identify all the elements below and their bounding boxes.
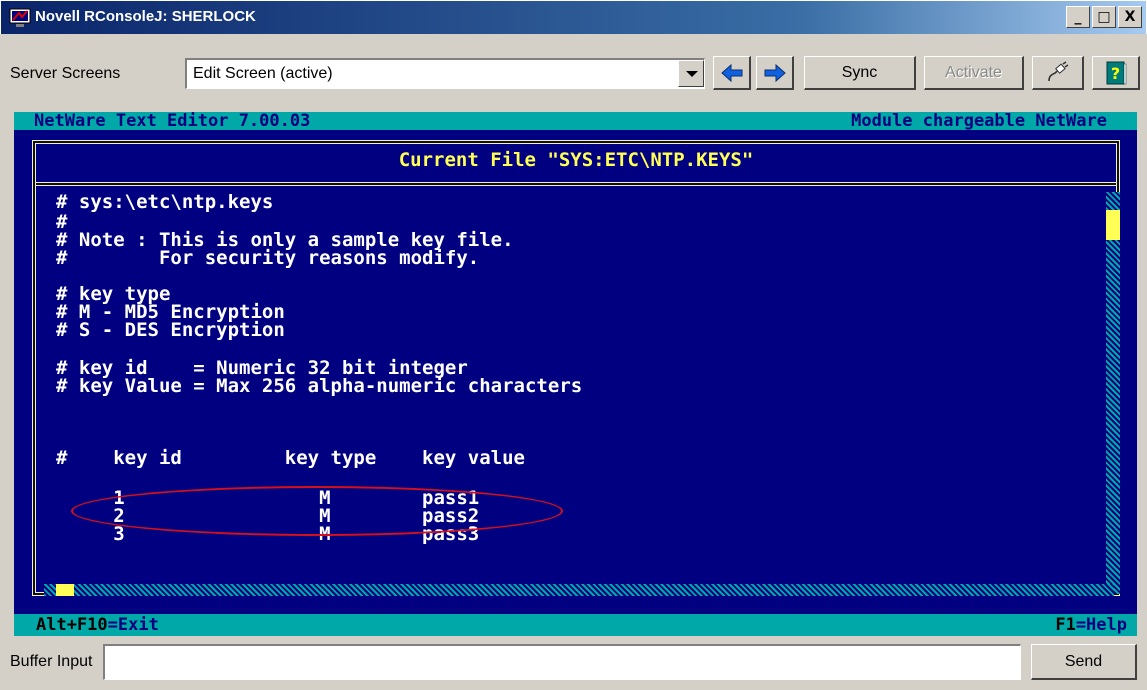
current-file-title: Current File "SYS:ETC\NTP.KEYS": [398, 149, 754, 171]
previous-screen-button[interactable]: [713, 56, 751, 90]
minimize-button[interactable]: _: [1066, 6, 1090, 28]
frame-divider: [36, 182, 1116, 186]
send-button[interactable]: Send: [1031, 644, 1137, 680]
svg-text:?: ?: [1110, 64, 1119, 83]
arrow-right-icon: [764, 63, 786, 82]
rconsole-app-icon: [9, 8, 31, 27]
next-screen-button[interactable]: [756, 56, 794, 90]
exit-hint: Alt+F10=Exit: [36, 615, 159, 635]
buffer-input-label: Buffer Input: [10, 653, 93, 670]
buffer-input-field[interactable]: [103, 644, 1021, 680]
connect-button[interactable]: [1032, 56, 1084, 90]
help-book-icon: ?: [1106, 61, 1126, 84]
help-hint: F1=Help: [1055, 615, 1127, 635]
module-status-text: Module chargeable NetWare: [851, 111, 1107, 131]
editor-line[interactable]: # For security reasons modify.: [56, 248, 479, 268]
horizontal-scrollbar[interactable]: [44, 584, 1114, 596]
scrollbar-thumb[interactable]: [56, 584, 74, 596]
activate-button[interactable]: Activate: [924, 56, 1024, 90]
arrow-left-icon: [720, 63, 742, 82]
toolbar: Server Screens Edit Screen (active) Sync…: [0, 34, 1147, 111]
screen-select-value: Edit Screen (active): [193, 65, 333, 82]
editor-line[interactable]: # key Value = Max 256 alpha-numeric char…: [56, 376, 582, 396]
server-screens-select[interactable]: Edit Screen (active): [185, 58, 705, 89]
close-button[interactable]: X: [1118, 6, 1142, 28]
editor-line[interactable]: # S - DES Encryption: [56, 320, 285, 340]
help-button[interactable]: ?: [1092, 56, 1140, 90]
sync-button[interactable]: Sync: [804, 56, 916, 90]
console-header-bar: NetWare Text Editor 7.00.03 Module charg…: [14, 112, 1137, 130]
server-console-screen[interactable]: NetWare Text Editor 7.00.03 Module charg…: [14, 112, 1137, 636]
maximize-button[interactable]: □: [1092, 6, 1116, 28]
chevron-down-icon[interactable]: [678, 60, 704, 87]
editor-line[interactable]: 3 M pass3: [56, 524, 479, 544]
server-screens-label: Server Screens: [10, 65, 121, 82]
plug-icon: [1047, 60, 1068, 81]
editor-line[interactable]: # sys:\etc\ntp.keys: [56, 192, 273, 212]
editor-line[interactable]: # key id key type key value: [56, 448, 525, 468]
editor-frame: Current File "SYS:ETC\NTP.KEYS" # sys:\e…: [32, 140, 1120, 596]
buffer-input-bar: Buffer Input Send: [0, 636, 1147, 690]
window-title: Novell RConsoleJ: SHERLOCK: [35, 8, 256, 25]
vertical-scrollbar[interactable]: [1106, 192, 1120, 594]
scrollbar-thumb[interactable]: [1106, 210, 1120, 240]
console-footer-bar: Alt+F10=Exit F1=Help: [14, 614, 1137, 636]
title-bar[interactable]: Novell RConsoleJ: SHERLOCK _ □ X: [0, 0, 1147, 34]
editor-version-text: NetWare Text Editor 7.00.03: [34, 111, 311, 131]
